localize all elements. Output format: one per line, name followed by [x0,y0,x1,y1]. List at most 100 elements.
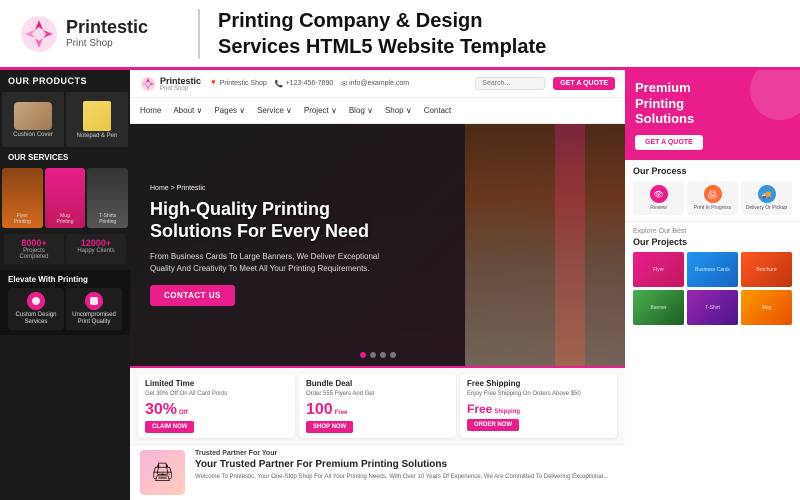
projects-box: Explore Our Best Our Projects Flyer Busi… [625,222,800,500]
logo-subtitle: Print Shop [66,38,148,49]
deal-bundle-free-label: Free [335,410,348,416]
process-steps: 👁 Review 🖨 Print In Progress 🚚 Delivery … [633,181,792,215]
nav-service[interactable]: Service ∨ [257,106,292,115]
deal-bundle-title: Bundle Deal [306,379,449,388]
project-business-cards[interactable]: Business Cards [687,252,738,287]
deals-row: Limited Time Get 30% Off On All Card Pri… [130,366,625,444]
notepad-img [83,101,111,131]
about-text: Trusted Partner For Your Your Trusted Pa… [195,450,608,481]
hero-dot-1[interactable] [360,352,366,358]
process-box: Our Process 👁 Review 🖨 Print In Progress… [625,160,800,222]
mini-contact: 📍 Printestic Shop 📞 +123-456-7890 ✉ info… [209,80,467,88]
logo-text: Printestic Print Shop [66,18,148,49]
quality-icon [85,292,103,310]
delivery-icon: 🚚 [758,185,776,203]
deal-limited-title: Limited Time [145,379,288,388]
hero-cta-button[interactable]: CONTACT US [150,285,235,306]
review-icon: 👁 [650,185,668,203]
deal-bundle-desc: Order 555 Flyers And Get [306,391,449,399]
elevate-design-text: Custom Design Services [12,312,60,326]
left-sidebar: Our Products Cushion Cover Notepad & Pen… [0,70,130,500]
deal-limited-pct: 30% [145,402,177,418]
search-input[interactable] [475,77,545,90]
nav-home[interactable]: Home [140,106,161,115]
project-flyer[interactable]: Flyer [633,252,684,287]
stat-projects: 8000+ Projects Completed [4,234,64,264]
services-grid: FlyerPrinting MugPrinting T-ShirtsPrinti… [0,166,130,230]
phone-icon: 📞 [275,80,284,88]
hero-heading: High-Quality Printing Solutions For Ever… [150,198,390,243]
hero-bg-strip [465,124,625,366]
delivery-label: Delivery Or Pickup [745,205,788,211]
about-heading: Your Trusted Partner For Premium Printin… [195,459,608,470]
nav-shop[interactable]: Shop ∨ [385,106,412,115]
deal-shipping-desc: Enjoy Free Shipping On Orders Above $50 [467,391,610,399]
premium-quote-button[interactable]: GET A QUOTE [635,135,703,150]
location-icon: 📍 [209,80,218,88]
about-strip: 🖨 Trusted Partner For Your Your Trusted … [130,444,625,500]
deal-free-shipping: Free Shipping Enjoy Free Shipping On Ord… [460,374,617,438]
product-notepad: Notepad & Pen [66,92,128,147]
content-area: Our Products Cushion Cover Notepad & Pen… [0,70,800,500]
cushion-label: Cushion Cover [13,132,53,138]
template-title: Printing Company & Design Services HTML5… [218,8,546,60]
about-image: 🖨 [140,450,185,495]
hero-bg-accent [555,124,585,366]
app-wrapper: Printestic Print Shop Printing Company &… [0,0,800,500]
stats-row: 8000+ Projects Completed 12000+ Happy Cl… [0,230,130,268]
template-header: Printestic Print Shop Printing Company &… [0,0,800,70]
nav-pages[interactable]: Pages ∨ [214,106,245,115]
explore-label: Explore Our Best [633,228,792,235]
services-label: Our Services [0,149,130,166]
process-step-review: 👁 Review [633,181,684,215]
deal-bundle: Bundle Deal Order 555 Flyers And Get 100… [299,374,456,438]
logo-area: Printestic Print Shop [20,15,180,53]
hero-breadcrumb: Home > Printestic [150,185,390,192]
project-tshirt[interactable]: T-Shirt [687,290,738,325]
quote-button[interactable]: GET A QUOTE [553,77,615,90]
products-grid: Cushion Cover Notepad & Pen [0,90,130,149]
hero-dot-4[interactable] [390,352,396,358]
nav-about[interactable]: About ∨ [173,106,202,115]
mini-header: Printestic Print Shop 📍 Printestic Shop … [130,70,625,98]
deal-shipping-label: Shipping [494,409,520,415]
elevate-label: Elevate With Printing [8,275,122,284]
deal-free-text: Free [467,402,492,416]
elevate-quality-text: Uncompromised Print Quality [70,312,118,326]
elevate-card-design: Custom Design Services [8,288,64,330]
deal-limited-off-label: Off [179,410,188,416]
hero-dot-2[interactable] [370,352,376,358]
project-mug[interactable]: Mug [741,290,792,325]
hero-dots [360,352,396,358]
order-now-button[interactable]: ORDER NOW [467,419,519,431]
hero-heading-line1: High-Quality Printing [150,199,330,219]
nav-project[interactable]: Project ∨ [304,106,337,115]
header-divider [198,9,200,59]
mini-location: 📍 Printestic Shop [209,80,267,88]
about-desc: Welcome To Printestic, Your One-Stop Sho… [195,473,608,481]
tshirt-label: T-ShirtsPrinting [99,213,116,225]
project-brochure[interactable]: Brochure [741,252,792,287]
nav-blog[interactable]: Blog ∨ [349,106,373,115]
deal-limited-time: Limited Time Get 30% Off On All Card Pri… [138,374,295,438]
notepad-label: Notepad & Pen [77,133,118,139]
nav-contact[interactable]: Contact [424,106,452,115]
mini-logo-sub: Print Shop [160,86,201,92]
shop-now-button[interactable]: SHOP NOW [306,421,353,433]
hero-dot-3[interactable] [380,352,386,358]
service-flyer: FlyerPrinting [2,168,43,228]
project-banner[interactable]: Banner [633,290,684,325]
stat-clients-num: 12000+ [70,238,122,248]
mini-logo-title: Printestic [160,76,201,86]
stat-clients: 12000+ Happy Clients [66,234,126,264]
flyer-label: FlyerPrinting [14,213,31,225]
elevate-section: Elevate With Printing Custom Design Serv… [0,270,130,335]
hero-section: Home > Printestic High-Quality Printing … [130,124,625,366]
about-trusted-label: Trusted Partner For Your [195,450,608,457]
mini-logo: Printestic Print Shop [140,76,201,92]
claim-now-button[interactable]: CLAIM NOW [145,421,194,433]
mini-phone: 📞 +123-456-7890 [275,80,333,88]
stat-projects-label: Projects Completed [8,248,60,260]
mini-email: ✉ info@example.com [341,80,409,88]
nav-bar: Home About ∨ Pages ∨ Service ∨ Project ∨… [130,98,625,124]
